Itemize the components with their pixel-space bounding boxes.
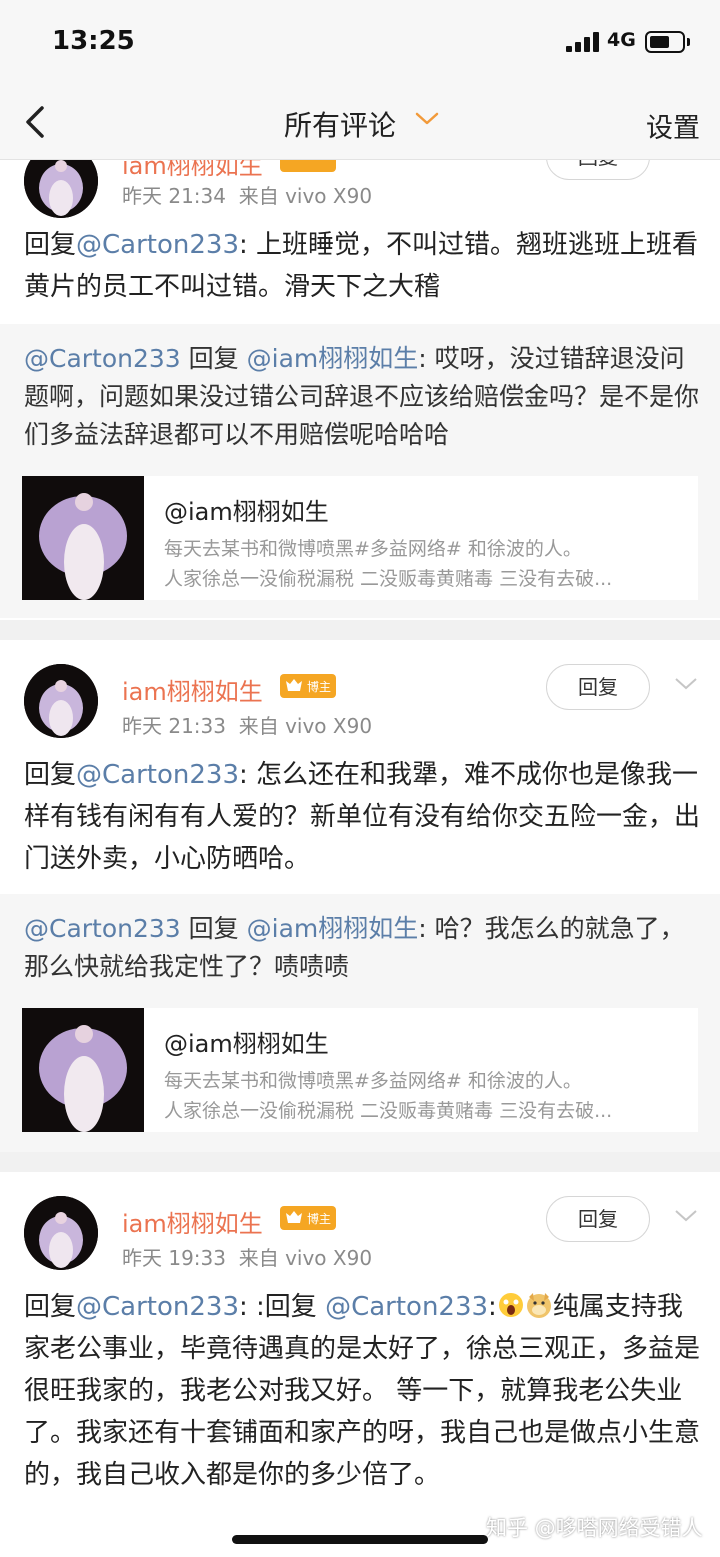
card-desc-line1: 每天去某书和微博喷黑#多益网络# 和徐波的人。 [164, 1070, 582, 1092]
comment-device: 来自 vivo X90 [238, 184, 373, 208]
status-time: 13:25 [52, 26, 135, 56]
card-thumbnail [22, 476, 144, 600]
comment-time: 昨天 21:34 [122, 184, 226, 208]
comment-meta: 昨天 21:33 来自 vivo X90 [122, 710, 372, 739]
mention-link[interactable]: @Carton233 [325, 1292, 488, 1322]
reply-button[interactable]: 回复 [546, 664, 650, 710]
comment-device: 来自 vivo X90 [238, 1246, 373, 1270]
profile-card[interactable]: @iam栩栩如生 每天去某书和微博喷黑#多益网络# 和徐波的人。 人家徐总一没偷… [22, 476, 698, 600]
divider [0, 1152, 720, 1172]
chevron-down-icon[interactable] [674, 676, 698, 692]
mention-link[interactable]: @Carton233 [76, 1292, 239, 1322]
comment-time: 昨天 19:33 [122, 1246, 226, 1270]
page-title[interactable]: 所有评论 [284, 104, 396, 144]
avatar[interactable] [24, 1196, 98, 1270]
nav-bar: 所有评论 设置 [0, 84, 720, 160]
watermark: 知乎 @哆嗒网络受错人 [486, 1516, 703, 1540]
home-indicator [232, 1535, 488, 1544]
back-arrow-icon[interactable] [22, 104, 52, 140]
network-type: 4G [607, 29, 636, 51]
card-desc-line1: 每天去某书和微博喷黑#多益网络# 和徐波的人。 [164, 538, 582, 560]
card-title: @iam栩栩如生 [164, 1030, 329, 1058]
comment-text: 回复@Carton233: 怎么还在和我犟，难不成你也是像我一样有钱有闲有有人爱… [24, 760, 701, 874]
card-desc-line2: 人家徐总一没偷税漏税 二没贩毒黄赌毒 三没有去破... [164, 568, 613, 590]
svg-text:博主: 博主 [307, 1211, 331, 1226]
battery-icon [645, 31, 685, 53]
username[interactable]: iam栩栩如生 [122, 1204, 263, 1239]
quoted-reply[interactable]: @Carton233 回复 @iam栩栩如生: 哈？我怎么的就急了，那么快就给我… [0, 894, 720, 1152]
username[interactable]: iam栩栩如生 [122, 160, 263, 181]
signal-icon [566, 32, 602, 52]
status-bar: 13:25 4G [0, 0, 720, 84]
svg-text:博主: 博主 [307, 679, 331, 694]
divider [0, 620, 720, 640]
blogger-badge-icon: 博主 [280, 1206, 336, 1230]
mention-link[interactable]: @Carton233 [76, 230, 239, 260]
quote-text: @Carton233 回复 @iam栩栩如生: 哈？我怎么的就急了，那么快就给我… [24, 914, 685, 981]
card-thumbnail [22, 1008, 144, 1132]
settings-button[interactable]: 设置 [646, 106, 700, 145]
comment-meta: 昨天 19:33 来自 vivo X90 [122, 1242, 372, 1271]
blogger-badge-icon [280, 160, 336, 172]
doge-icon [526, 1293, 551, 1318]
chevron-down-icon[interactable] [674, 1208, 698, 1224]
username[interactable]: iam栩栩如生 [122, 672, 263, 707]
avatar[interactable] [24, 160, 98, 218]
comment-list: iam栩栩如生 昨天 21:34 来自 vivo X90 回复 回复@Carto… [0, 160, 720, 1557]
mention-link[interactable]: @Carton233 [76, 760, 239, 790]
card-desc-line2: 人家徐总一没偷税漏税 二没贩毒黄赌毒 三没有去破... [164, 1100, 613, 1122]
comment-text: 回复@Carton233: :回复 @Carton233: 纯属支持我家老公事业，… [24, 1292, 701, 1490]
card-title: @iam栩栩如生 [164, 498, 329, 526]
reply-button[interactable]: 回复 [546, 1196, 650, 1242]
comment-meta: 昨天 21:34 来自 vivo X90 [122, 180, 372, 209]
blogger-badge-icon: 博主 [280, 674, 336, 698]
battery-tip [687, 38, 690, 46]
screaming-face-icon [498, 1293, 523, 1317]
comment-device: 来自 vivo X90 [238, 714, 373, 738]
avatar[interactable] [24, 664, 98, 738]
quoted-reply[interactable]: @Carton233 回复 @iam栩栩如生: 哎呀，没过错辞退没问题啊，问题如… [0, 324, 720, 618]
quote-text: @Carton233 回复 @iam栩栩如生: 哎呀，没过错辞退没问题啊，问题如… [24, 344, 700, 449]
profile-card[interactable]: @iam栩栩如生 每天去某书和微博喷黑#多益网络# 和徐波的人。 人家徐总一没偷… [22, 1008, 698, 1132]
comment-time: 昨天 21:33 [122, 714, 226, 738]
reply-button[interactable]: 回复 [546, 160, 650, 180]
comment-text: 回复@Carton233: 上班睡觉，不叫过错。翘班逃班上班看黄片的员工不叫过错… [24, 230, 699, 302]
chevron-down-icon[interactable] [414, 110, 440, 128]
